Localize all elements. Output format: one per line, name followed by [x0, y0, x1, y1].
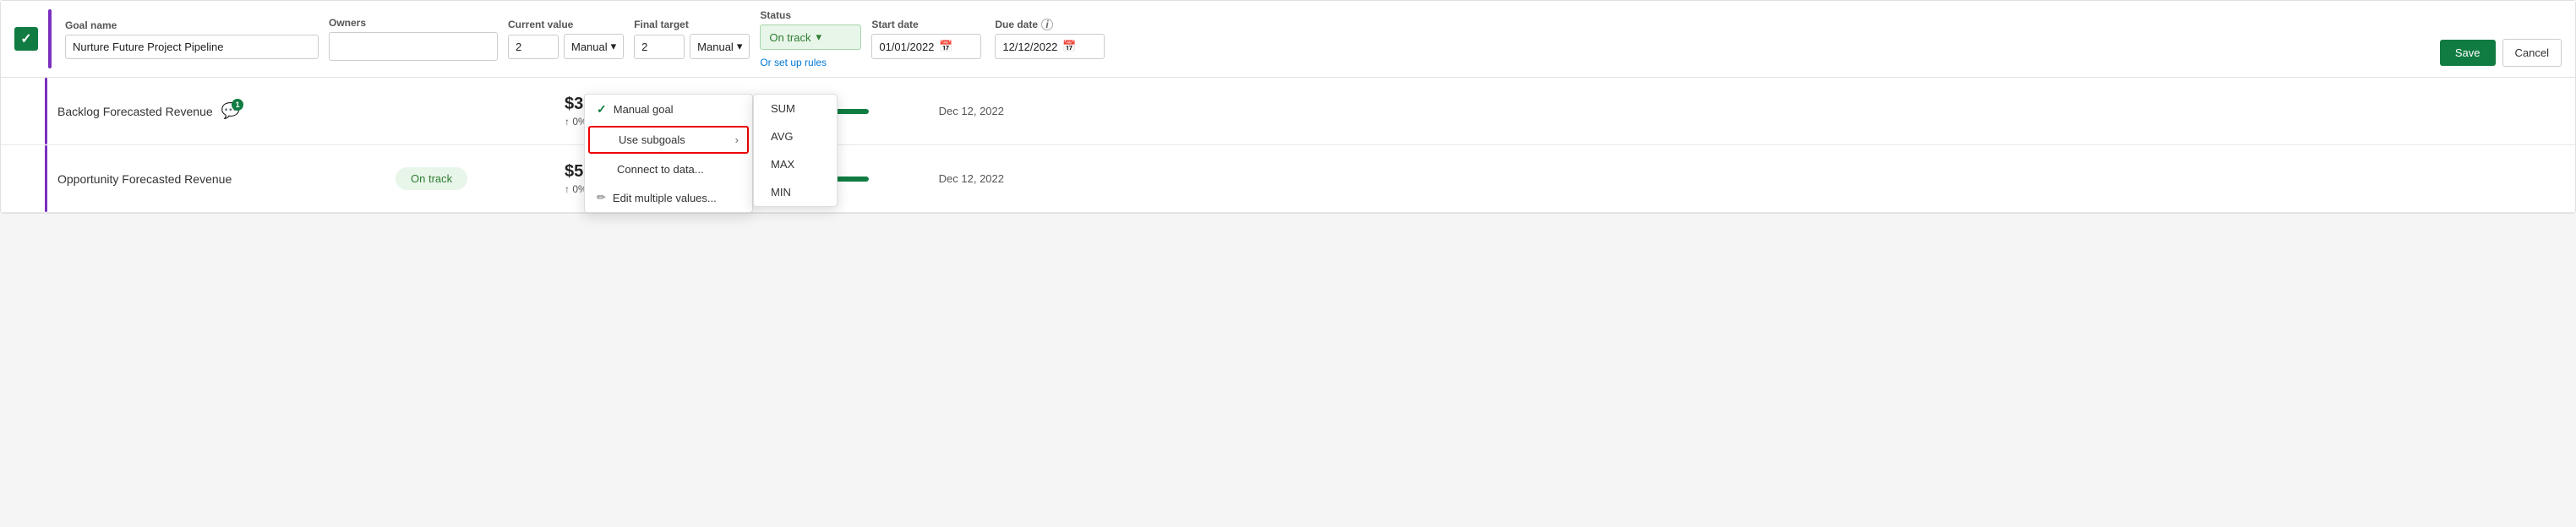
dropdown-item-label: Edit multiple values...: [613, 192, 717, 204]
final-target-method-select[interactable]: Manual ▾: [690, 34, 750, 59]
submenu-item-avg[interactable]: AVG: [754, 122, 837, 150]
current-value-label: Current value: [508, 19, 624, 30]
goal-row-due-date: Dec 12, 2022: [903, 105, 1004, 117]
current-method-select[interactable]: Manual ▾: [564, 34, 624, 59]
cancel-button[interactable]: Cancel: [2502, 39, 2562, 67]
row-accent-bar: [45, 78, 47, 144]
due-date-input[interactable]: 12/12/2022 📅: [995, 34, 1105, 59]
on-track-badge: On track: [396, 167, 467, 190]
final-target-input[interactable]: [634, 35, 685, 59]
save-button[interactable]: Save: [2440, 40, 2496, 66]
dropdown-item-label: Manual goal: [614, 103, 674, 116]
owners-field: Owners: [329, 17, 498, 61]
current-value-field: Current value Manual ▾: [508, 19, 624, 59]
dropdown-item-use-subgoals[interactable]: Use subgoals ›: [588, 126, 749, 154]
table-row[interactable]: Backlog Forecasted Revenue 💬 1 $372M/$30…: [1, 78, 2575, 145]
goal-row-name: Opportunity Forecasted Revenue: [57, 172, 396, 186]
row-accent-bar: [48, 9, 52, 68]
chevron-down-icon: ▾: [816, 30, 821, 44]
comment-count: 1: [232, 99, 243, 111]
row-accent-bar: [45, 145, 47, 212]
goal-row-status: On track: [396, 167, 565, 190]
method-dropdown-menu: ✓ Manual goal Use subgoals › Connect to …: [584, 94, 753, 213]
status-label: Status: [760, 9, 861, 21]
owners-input[interactable]: [329, 32, 498, 61]
calendar-icon: 📅: [939, 40, 952, 53]
info-icon: i: [1041, 19, 1053, 30]
dropdown-item-edit-multiple[interactable]: ✏ Edit multiple values...: [585, 183, 752, 212]
set-up-rules-link[interactable]: Or set up rules: [760, 57, 861, 68]
check-icon: ✓: [597, 102, 607, 117]
goal-row-due-date: Dec 12, 2022: [903, 172, 1004, 185]
row-checkbox[interactable]: ✓: [14, 27, 38, 51]
start-date-label: Start date: [871, 19, 981, 30]
dropdown-item-label: Connect to data...: [617, 163, 704, 176]
submenu-item-min[interactable]: MIN: [754, 178, 837, 206]
goal-name-field: Goal name: [65, 19, 319, 59]
chevron-down-icon: ▾: [611, 40, 617, 53]
dates-section: Start date 01/01/2022 📅 Due date i 12/12…: [871, 19, 1105, 59]
pencil-icon: ✏: [597, 191, 606, 204]
current-value-input[interactable]: [508, 35, 559, 59]
submenu-item-max[interactable]: MAX: [754, 150, 837, 178]
calendar-icon: 📅: [1062, 40, 1076, 53]
goals-table: ✓ Goal name Owners Current value Manual …: [0, 0, 2576, 214]
chevron-down-icon: ▾: [737, 40, 743, 53]
goal-row-name: Backlog Forecasted Revenue 💬 1: [57, 102, 396, 120]
goal-name-label: Goal name: [65, 19, 319, 31]
submenu-arrow-icon: ›: [735, 133, 739, 146]
start-date-field: Start date 01/01/2022 📅: [871, 19, 981, 59]
dropdown-item-label: Use subgoals: [619, 133, 685, 146]
status-field: Status On track ▾ Or set up rules: [760, 9, 861, 68]
edit-row: ✓ Goal name Owners Current value Manual …: [1, 1, 2575, 78]
subgoals-submenu: SUM AVG MAX MIN: [753, 94, 838, 207]
comment-badge[interactable]: 💬 1: [221, 102, 240, 120]
dropdown-item-connect-data[interactable]: Connect to data...: [585, 155, 752, 183]
status-value: On track: [769, 31, 810, 44]
due-date-field: Due date i 12/12/2022 📅: [995, 19, 1105, 59]
final-target-label: Final target: [634, 19, 750, 30]
final-target-field: Final target Manual ▾: [634, 19, 750, 59]
due-date-label: Due date i: [995, 19, 1105, 30]
submenu-item-sum[interactable]: SUM: [754, 95, 837, 122]
table-row[interactable]: Opportunity Forecasted Revenue On track …: [1, 145, 2575, 213]
owners-label: Owners: [329, 17, 498, 29]
row-actions: Save Cancel: [2440, 39, 2562, 68]
status-dropdown[interactable]: On track ▾: [760, 24, 861, 50]
start-date-input[interactable]: 01/01/2022 📅: [871, 34, 981, 59]
dropdown-item-manual-goal[interactable]: ✓ Manual goal: [585, 95, 752, 124]
goal-name-input[interactable]: [65, 35, 319, 59]
